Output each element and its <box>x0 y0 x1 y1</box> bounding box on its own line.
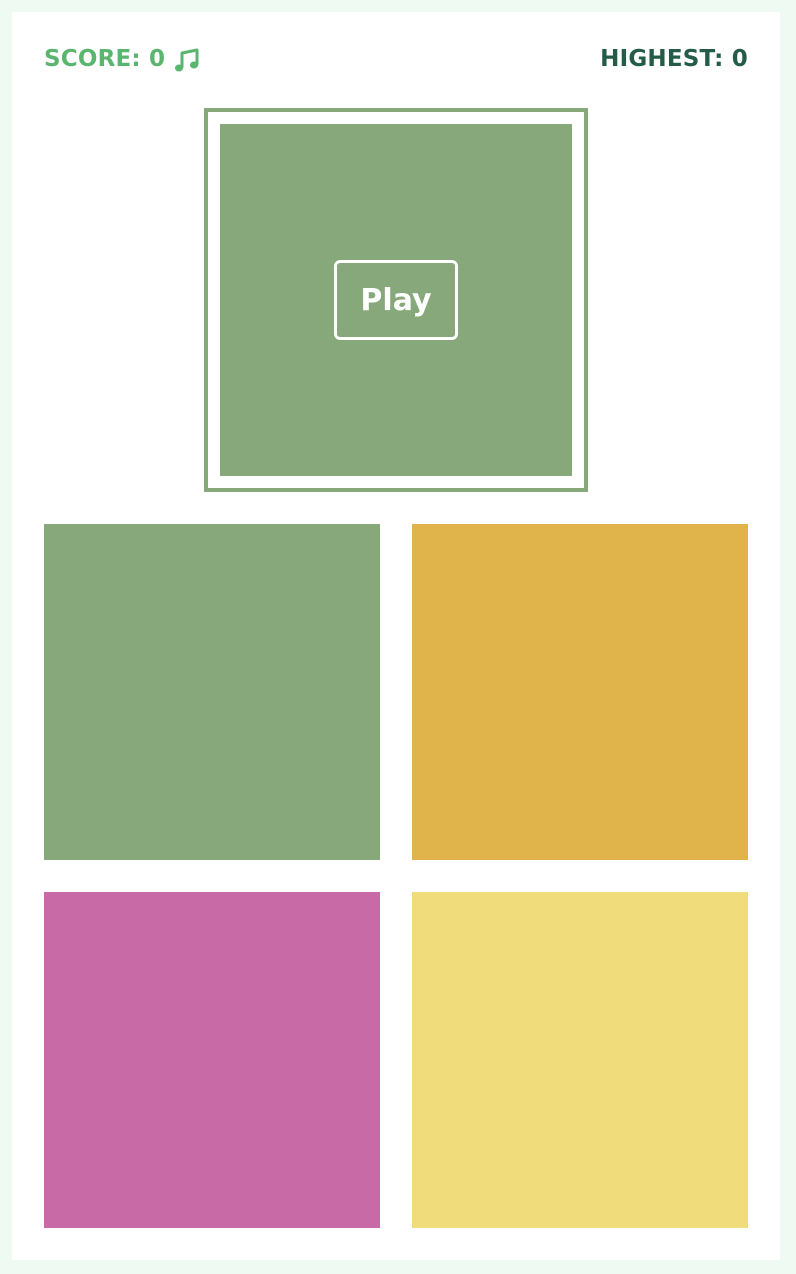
score-label: SCORE: 0 <box>44 46 166 72</box>
color-pad-yellow[interactable] <box>412 892 748 1228</box>
color-pad-magenta[interactable] <box>44 892 380 1228</box>
sequence-display: Play <box>220 124 572 476</box>
highest-score-label: HIGHEST: 0 <box>600 46 748 72</box>
music-note-icon[interactable] <box>172 46 202 76</box>
game-card: SCORE: 0 HIGHEST: 0 Play <box>12 12 780 1260</box>
play-button[interactable]: Play <box>334 260 458 340</box>
music-note-icon-graphic <box>175 48 199 72</box>
color-pad-orange[interactable] <box>412 524 748 860</box>
color-pad-green[interactable] <box>44 524 380 860</box>
sequence-display-frame: Play <box>204 108 588 492</box>
